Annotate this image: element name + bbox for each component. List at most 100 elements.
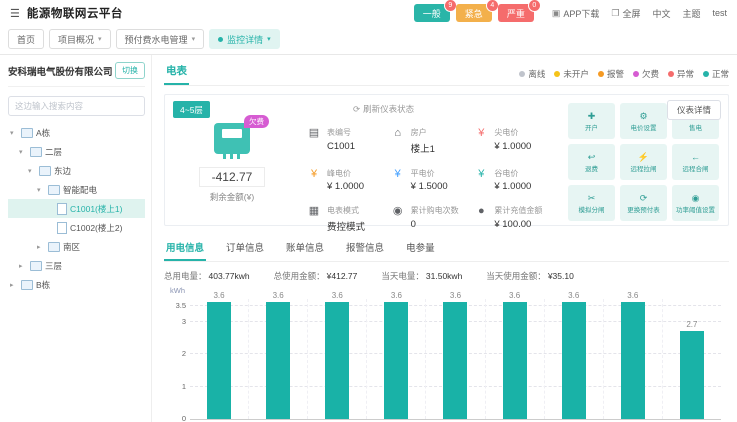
content-area: 安科瑞电气股份有限公司 切换 ▾ A栋 ▾二层▾东边▾智能配电C1001(楼上1) C… <box>0 55 737 422</box>
meter-fields-area: ⟳ 刷新仪表状态 ▤表编号C1001⌂房户楼上1¥尖电价¥ 1.0000¥峰电价… <box>291 101 568 219</box>
field-text: 峰电价¥ 1.0000 <box>327 168 364 193</box>
legend-item: 异常 <box>668 68 694 80</box>
chart-bar[interactable] <box>443 302 467 419</box>
chart-bar[interactable] <box>266 302 290 419</box>
chart-bar[interactable] <box>503 302 527 419</box>
remote-close-button[interactable]: ←远程合闸 <box>672 144 719 180</box>
tree-item[interactable]: ▾ A栋 <box>8 123 145 142</box>
remote-trip-button[interactable]: ⚡远程拉闸 <box>620 144 667 180</box>
info-tab-2[interactable]: 订单信息 <box>224 236 266 261</box>
caret-right-icon[interactable]: ▸ <box>37 243 45 251</box>
action-label: 模拟分闸 <box>579 204 605 214</box>
chart-bar[interactable] <box>621 302 645 419</box>
main-panel: 电表 离线未开户报警欠费异常正常 仪表详情 4~5层 欠费 -412.77 剩余… <box>152 55 737 422</box>
tree-item[interactable]: C1002(楼上2) <box>8 218 145 237</box>
info-tab-3[interactable]: 账单信息 <box>284 236 326 261</box>
balance-value: -412.77 <box>199 167 266 187</box>
app-window: ☰ 能源物联网云平台 一般9紧急4严重0 ▣APP下载❐全屏中文主题test 首… <box>0 0 737 422</box>
fullscreen-icon: ❐ <box>611 8 619 19</box>
tab-electric-meter[interactable]: 电表 <box>164 62 189 85</box>
nav-tab-2[interactable]: 项目概况▾ <box>49 29 111 49</box>
bar-value-label: 3.6 <box>391 291 402 300</box>
tree-item[interactable]: ▸南区 <box>8 237 145 256</box>
chart-slot: 3.600:00 <box>190 299 249 419</box>
replace-meter-icon: ⟳ <box>640 193 648 203</box>
bar-value-label: 3.6 <box>509 291 520 300</box>
status-dot-icon <box>668 71 674 77</box>
tree-item[interactable]: ▾东边 <box>8 161 145 180</box>
user-link[interactable]: test <box>712 8 727 18</box>
chart-bar[interactable] <box>325 302 349 419</box>
power-threshold-button[interactable]: ◉功率阈值设置 <box>672 185 719 221</box>
field-label: 累计购电次数 <box>411 205 459 216</box>
folder-icon <box>21 128 33 138</box>
chart-bar[interactable] <box>207 302 231 419</box>
legend-item: 报警 <box>598 68 624 80</box>
nav-tab-3[interactable]: 预付费水电管理▾ <box>116 29 205 49</box>
refresh-meter-status[interactable]: ⟳ 刷新仪表状态 <box>353 103 558 115</box>
device-icon <box>57 203 67 215</box>
y-tick-label: 1 <box>170 382 186 391</box>
caret-down-icon[interactable]: ▾ <box>37 186 45 194</box>
legend-label: 报警 <box>607 68 624 80</box>
stat-value: ¥35.10 <box>548 271 574 281</box>
info-tab-4[interactable]: 报警信息 <box>344 236 386 261</box>
menu-icon[interactable]: ☰ <box>10 7 20 20</box>
meter-detail-button[interactable]: 仪表详情 <box>667 100 721 120</box>
tree-item[interactable]: ▸ B栋 <box>8 275 145 294</box>
folder-icon <box>48 242 60 252</box>
chart-slots: 3.600:003.601:003.602:003.603:003.604:00… <box>190 299 721 419</box>
caret-right-icon[interactable]: ▸ <box>10 281 18 289</box>
theme-link[interactable]: 主题 <box>682 7 700 20</box>
caret-right-icon[interactable]: ▸ <box>19 262 27 270</box>
tree-item[interactable]: ▸三层 <box>8 256 145 275</box>
open-account-button[interactable]: ✚开户 <box>568 103 615 139</box>
info-tab-5[interactable]: 电参量 <box>404 236 437 261</box>
app-download-link[interactable]: ▣APP下载 <box>552 7 600 20</box>
sidebar: 安科瑞电气股份有限公司 切换 ▾ A栋 ▾二层▾东边▾智能配电C1001(楼上1) C… <box>0 55 152 422</box>
chart-slot: 3.603:00 <box>367 299 426 419</box>
fullscreen-link[interactable]: ❐全屏 <box>611 7 640 20</box>
caret-down-icon[interactable]: ▾ <box>19 148 27 156</box>
chart-bar[interactable] <box>562 302 586 419</box>
alarm-button-2[interactable]: 紧急4 <box>456 4 492 22</box>
nav-tabs: 首页项目概况▾预付费水电管理▾监控详情▾ <box>0 26 737 55</box>
caret-down-icon[interactable]: ▾ <box>28 167 36 175</box>
info-tab-1[interactable]: 用电信息 <box>164 236 206 261</box>
language-link[interactable]: 中文 <box>652 7 670 20</box>
field-label: 电表模式 <box>327 205 365 216</box>
stat-value: 31.50kwh <box>426 271 462 281</box>
meter-field: ¥谷电价¥ 1.0000 <box>474 168 558 193</box>
tree-search-input[interactable] <box>8 96 145 116</box>
bar-value-label: 3.6 <box>627 291 638 300</box>
tree-item[interactable]: ▾二层 <box>8 142 145 161</box>
field-label: 平电价 <box>411 168 448 179</box>
alarm-button-3[interactable]: 严重0 <box>498 4 534 22</box>
peak-price-icon: ¥ <box>307 168 321 180</box>
switch-company-button[interactable]: 切换 <box>115 62 145 79</box>
tree-item[interactable]: C1001(楼上1) <box>8 199 145 218</box>
tree-item-label: A栋 <box>36 127 50 139</box>
refresh-icon: ⟳ <box>353 104 360 115</box>
replace-meter-button[interactable]: ⟳更换预付表 <box>620 185 667 221</box>
stat-value: 403.77kwh <box>209 271 250 281</box>
status-legend: 离线未开户报警欠费异常正常 <box>519 68 729 85</box>
chart-bar[interactable] <box>680 331 704 419</box>
tree-item-label: B栋 <box>36 279 50 291</box>
chart-bar[interactable] <box>384 302 408 419</box>
remote-close-icon: ← <box>691 152 700 162</box>
field-text: 平电价¥ 1.5000 <box>411 168 448 193</box>
nav-tab-1[interactable]: 首页 <box>8 29 44 49</box>
price-setting-button[interactable]: ⚙电价设置 <box>620 103 667 139</box>
meter-field: ¥平电价¥ 1.5000 <box>391 168 475 193</box>
legend-label: 未开户 <box>563 68 589 80</box>
simulate-trip-button[interactable]: ✂模拟分闸 <box>568 185 615 221</box>
nav-tab-4[interactable]: 监控详情▾ <box>209 29 280 49</box>
field-text: 累计购电次数0 <box>411 205 459 230</box>
refund-button[interactable]: ↩退费 <box>568 144 615 180</box>
caret-down-icon[interactable]: ▾ <box>10 129 18 137</box>
company-row: 安科瑞电气股份有限公司 切换 <box>8 62 145 87</box>
tree-item[interactable]: ▾智能配电 <box>8 180 145 199</box>
tree-item-label: C1002(楼上2) <box>70 222 122 234</box>
alarm-button-1[interactable]: 一般9 <box>414 4 450 22</box>
